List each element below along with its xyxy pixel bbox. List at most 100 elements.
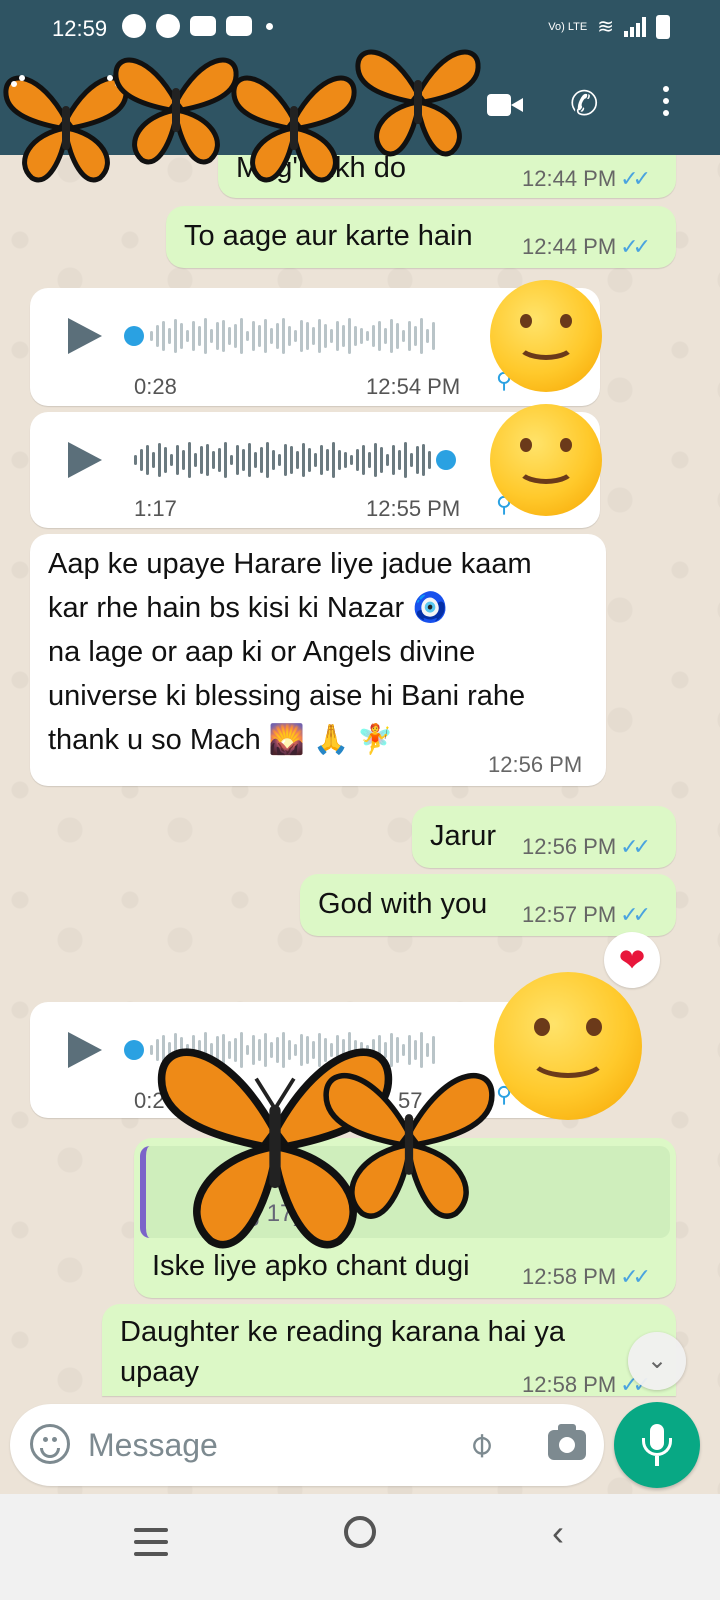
scroll-to-bottom-button[interactable]: ⌄ bbox=[628, 1332, 686, 1390]
message-text: Daughter ke reading karana hai ya upaay bbox=[120, 1316, 565, 1388]
message-input[interactable] bbox=[88, 1422, 448, 1468]
waveform-bar bbox=[336, 321, 339, 351]
waveform-bar bbox=[372, 325, 375, 347]
waveform-bar bbox=[242, 449, 245, 471]
message-time: 12:54 PM bbox=[366, 374, 461, 399]
waveform-bar bbox=[362, 445, 365, 475]
recent-apps-button[interactable] bbox=[134, 1528, 168, 1564]
smiley-sticker bbox=[490, 404, 602, 516]
waveform-bar bbox=[168, 328, 171, 344]
waveform-bar bbox=[230, 455, 233, 465]
message-time: 12:58 PM ✓✓ bbox=[522, 1372, 651, 1396]
video-call-icon[interactable] bbox=[487, 92, 523, 118]
waveform-bar bbox=[182, 450, 185, 470]
waveform-bar bbox=[338, 450, 341, 470]
voice-progress-knob[interactable] bbox=[124, 1040, 144, 1060]
waveform-bar bbox=[210, 329, 213, 343]
waveform-bar bbox=[380, 447, 383, 473]
waveform-bar bbox=[192, 321, 195, 351]
message-time: 12:55 PM bbox=[366, 496, 461, 521]
message-bubble-outgoing[interactable]: God with you 12:57 PM ✓✓ bbox=[300, 874, 676, 936]
waveform-bar bbox=[288, 326, 291, 346]
play-icon[interactable] bbox=[68, 1032, 102, 1068]
voice-record-button[interactable] bbox=[614, 1402, 700, 1488]
waveform-bar bbox=[404, 442, 407, 478]
emoji-icon[interactable] bbox=[30, 1424, 70, 1464]
message-composer: ⌀ bbox=[10, 1404, 604, 1486]
waveform-bar bbox=[390, 319, 393, 353]
waveform-bar bbox=[206, 444, 209, 476]
waveform-bar bbox=[264, 319, 267, 353]
waveform-bar bbox=[426, 329, 429, 343]
message-text: To aage aur karte hain bbox=[184, 220, 473, 252]
butterfly-sticker bbox=[355, 49, 481, 157]
chevron-down-icon: ⌄ bbox=[646, 1347, 668, 1374]
waveform-bar bbox=[354, 326, 357, 346]
waveform-bar bbox=[294, 330, 297, 342]
waveform-bar bbox=[240, 318, 243, 354]
more-options-icon[interactable] bbox=[656, 86, 676, 120]
waveform-bar bbox=[392, 445, 395, 475]
waveform-bar bbox=[164, 447, 167, 473]
waveform-bar bbox=[222, 320, 225, 352]
waveform-bar bbox=[348, 318, 351, 354]
status-time: 12:59 bbox=[52, 16, 108, 41]
waveform-bar bbox=[254, 452, 257, 468]
signal-icon bbox=[624, 16, 646, 37]
camera-icon[interactable] bbox=[548, 1424, 586, 1460]
read-ticks-icon: ✓✓ bbox=[620, 902, 651, 927]
message-bubble-outgoing[interactable]: To aage aur karte hain 12:44 PM ✓✓ bbox=[166, 206, 676, 268]
voice-waveform[interactable] bbox=[134, 440, 431, 480]
smiley-sticker bbox=[494, 972, 642, 1120]
heart-reaction-icon[interactable]: ❤ bbox=[604, 932, 660, 988]
waveform-bar bbox=[368, 452, 371, 468]
voice-progress-knob[interactable] bbox=[436, 450, 456, 470]
waveform-bar bbox=[360, 328, 363, 344]
waveform-bar bbox=[170, 454, 173, 466]
waveform-bar bbox=[374, 443, 377, 477]
message-bubble-outgoing[interactable]: Daughter ke reading karana hai ya upaay … bbox=[102, 1304, 676, 1396]
play-icon[interactable] bbox=[68, 442, 102, 478]
messenger-icon bbox=[122, 14, 146, 38]
notification-icons bbox=[122, 14, 273, 38]
youtube-icon bbox=[226, 16, 252, 36]
waveform-bar bbox=[252, 321, 255, 351]
play-icon[interactable] bbox=[68, 318, 102, 354]
attach-icon[interactable]: ⌀ bbox=[459, 1423, 502, 1466]
waveform-bar bbox=[428, 451, 431, 469]
waveform-bar bbox=[158, 443, 161, 477]
waveform-bar bbox=[386, 454, 389, 466]
waveform-bar bbox=[318, 319, 321, 353]
waveform-bar bbox=[344, 452, 347, 468]
voice-call-icon[interactable]: ✆ bbox=[570, 84, 599, 124]
waveform-bar bbox=[272, 450, 275, 470]
back-button[interactable]: ‹ bbox=[552, 1512, 564, 1554]
message-time: 12:58 PM ✓✓ bbox=[522, 1264, 651, 1289]
waveform-bar bbox=[224, 442, 227, 478]
message-bubble-incoming[interactable]: Aap ke upaye Harare liye jadue kaam kar … bbox=[30, 534, 606, 786]
compass-icon bbox=[156, 14, 180, 38]
home-button[interactable] bbox=[344, 1516, 376, 1548]
waveform-bar bbox=[332, 442, 335, 478]
waveform-bar bbox=[402, 330, 405, 342]
voice-waveform[interactable] bbox=[150, 316, 435, 356]
waveform-bar bbox=[296, 451, 299, 469]
waveform-bar bbox=[342, 325, 345, 347]
waveform-bar bbox=[234, 324, 237, 348]
waveform-bar bbox=[248, 443, 251, 477]
message-bubble-outgoing[interactable]: Jarur 12:56 PM ✓✓ bbox=[412, 806, 676, 868]
waveform-bar bbox=[246, 331, 249, 341]
voice-progress-knob[interactable] bbox=[124, 326, 144, 346]
waveform-bar bbox=[300, 320, 303, 352]
waveform-bar bbox=[140, 449, 143, 471]
waveform-bar bbox=[156, 325, 159, 347]
waveform-bar bbox=[180, 323, 183, 349]
network-label: Vo) LTE bbox=[548, 20, 588, 33]
waveform-bar bbox=[410, 453, 413, 467]
waveform-bar bbox=[152, 452, 155, 468]
system-nav-bar: ‹ bbox=[0, 1494, 720, 1600]
message-text: God with you bbox=[318, 888, 488, 920]
waveform-bar bbox=[422, 444, 425, 476]
waveform-bar bbox=[236, 445, 239, 475]
waveform-bar bbox=[150, 331, 153, 341]
